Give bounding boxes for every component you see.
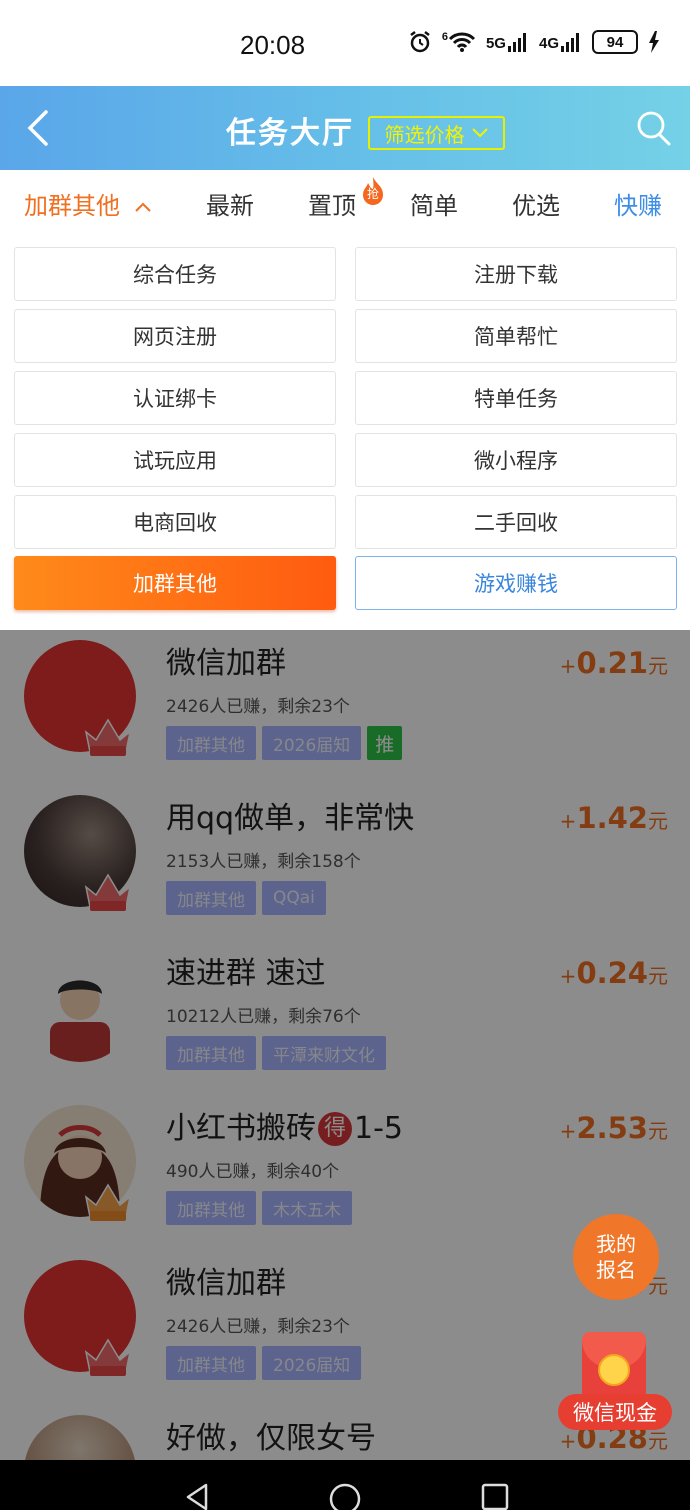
- filter-price-button[interactable]: 筛选价格: [368, 116, 505, 150]
- category-secondhand-recycle[interactable]: 二手回收: [355, 495, 677, 549]
- header-bar: 任务大厅 筛选价格: [0, 86, 690, 170]
- filter-price-label: 筛选价格: [384, 122, 465, 147]
- category-ecommerce-recycle[interactable]: 电商回收: [14, 495, 336, 549]
- status-icons: 6 5G 4G 94: [408, 30, 660, 54]
- wifi-icon: 6: [442, 31, 476, 53]
- nav-home-icon[interactable]: [328, 1482, 362, 1510]
- system-nav-bar: [0, 1460, 690, 1510]
- tab-label: 加群其他: [24, 192, 120, 220]
- grab-badge: 抢: [360, 176, 386, 206]
- tab-featured[interactable]: 优选: [512, 186, 560, 221]
- wechat-cash-label: 微信现金: [558, 1394, 672, 1430]
- category-special-tasks[interactable]: 特单任务: [355, 371, 677, 425]
- alarm-icon: [410, 31, 430, 53]
- my-signup-button[interactable]: 我的 报名: [573, 1214, 659, 1300]
- category-dropdown: 综合任务 注册下载 网页注册 简单帮忙 认证绑卡 特单任务 试玩应用 微小程序 …: [0, 236, 690, 630]
- filter-tabs: 加群其他 最新 置顶 抢 简单 优选 快赚: [0, 170, 690, 236]
- network-5g-label: 5G: [485, 35, 506, 52]
- my-signup-line2: 报名: [596, 1258, 636, 1282]
- back-arrow-icon[interactable]: [22, 106, 62, 150]
- category-verify-bind-card[interactable]: 认证绑卡: [14, 371, 336, 425]
- wechat-cash-button[interactable]: 微信现金: [558, 1332, 672, 1432]
- battery-indicator: 94: [592, 30, 638, 54]
- category-game-earn[interactable]: 游戏赚钱: [355, 556, 677, 610]
- category-group-other[interactable]: 加群其他: [14, 556, 336, 610]
- chevron-up-icon: [134, 202, 151, 212]
- nav-recent-apps-icon[interactable]: [480, 1482, 510, 1510]
- category-register-download[interactable]: 注册下载: [355, 247, 677, 301]
- my-signup-line1: 我的: [596, 1232, 636, 1256]
- tab-pinned[interactable]: 置顶: [308, 186, 356, 221]
- status-time: 20:08: [240, 30, 306, 60]
- nav-back-icon[interactable]: [182, 1482, 212, 1510]
- page-title: 任务大厅: [226, 116, 354, 151]
- signal-5g-icon: 5G: [486, 32, 529, 52]
- category-simple-help[interactable]: 简单帮忙: [355, 309, 677, 363]
- tab-group-other[interactable]: 加群其他: [24, 186, 152, 221]
- network-4g-label: 4G: [538, 35, 559, 52]
- category-comprehensive[interactable]: 综合任务: [14, 247, 336, 301]
- signal-4g-icon: 4G: [539, 32, 582, 52]
- coin-icon: [598, 1354, 630, 1386]
- category-web-register[interactable]: 网页注册: [14, 309, 336, 363]
- tab-simple[interactable]: 简单: [410, 186, 458, 221]
- tab-quick-earn[interactable]: 快赚: [614, 186, 662, 221]
- search-icon[interactable]: [636, 110, 672, 148]
- grab-badge-label: 抢: [366, 187, 379, 201]
- chevron-down-icon: [471, 128, 488, 138]
- tab-latest[interactable]: 最新: [206, 186, 254, 221]
- status-bar: 20:08 6 5G 4G 94: [0, 0, 690, 86]
- charging-icon: [649, 31, 659, 53]
- category-trial-apps[interactable]: 试玩应用: [14, 433, 336, 487]
- category-mini-programs[interactable]: 微小程序: [355, 433, 677, 487]
